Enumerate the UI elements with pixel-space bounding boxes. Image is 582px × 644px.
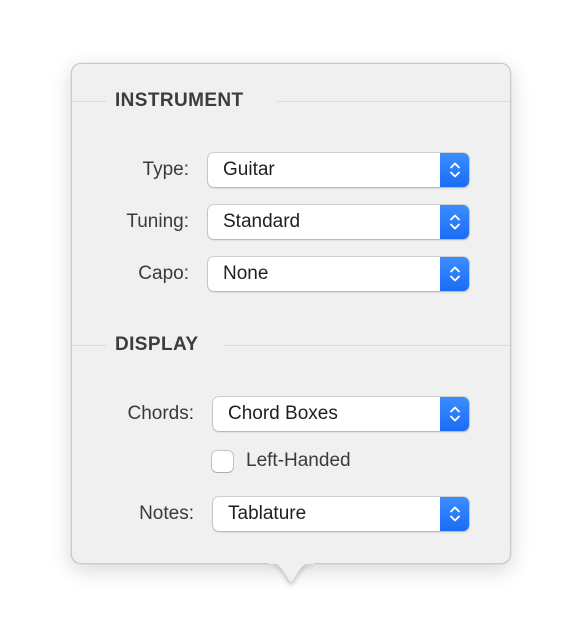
left-handed-checkbox-row[interactable]: Left-Handed xyxy=(212,449,351,473)
left-handed-label[interactable]: Left-Handed xyxy=(246,450,351,472)
section-divider xyxy=(277,101,510,102)
type-label: Type: xyxy=(142,159,189,180)
chords-popup-button[interactable]: Chord Boxes xyxy=(213,397,469,431)
type-popup-button[interactable]: Guitar xyxy=(208,153,469,187)
chevron-up-down-icon xyxy=(440,397,469,431)
type-popup-value: Guitar xyxy=(223,159,275,180)
left-handed-checkbox[interactable] xyxy=(212,450,233,472)
instrument-section-title: INSTRUMENT xyxy=(115,90,244,111)
tuning-popup-button[interactable]: Standard xyxy=(208,205,469,239)
tuning-popup-value: Standard xyxy=(223,211,301,232)
display-section-header: DISPLAY xyxy=(72,335,510,355)
notes-label: Notes: xyxy=(139,503,194,524)
section-divider xyxy=(223,345,510,346)
tuning-label: Tuning: xyxy=(126,211,189,232)
chevron-up-down-icon xyxy=(440,497,469,531)
section-divider xyxy=(72,101,106,102)
chevron-up-down-icon xyxy=(440,257,469,291)
instrument-section-header: INSTRUMENT xyxy=(72,91,510,111)
capo-label: Capo: xyxy=(138,263,189,284)
chords-label: Chords: xyxy=(127,403,194,424)
section-divider xyxy=(72,345,106,346)
notes-popup-value: Tablature xyxy=(228,503,307,524)
chevron-up-down-icon xyxy=(440,205,469,239)
popover-arrow xyxy=(268,562,314,583)
chords-popup-value: Chord Boxes xyxy=(228,403,338,424)
notes-popup-button[interactable]: Tablature xyxy=(213,497,469,531)
capo-popup-value: None xyxy=(223,263,269,284)
capo-popup-button[interactable]: None xyxy=(208,257,469,291)
display-section-title: DISPLAY xyxy=(115,334,199,355)
instrument-display-popover: INSTRUMENT Type: Guitar Tuning: Standard… xyxy=(71,63,511,564)
chevron-up-down-icon xyxy=(440,153,469,187)
